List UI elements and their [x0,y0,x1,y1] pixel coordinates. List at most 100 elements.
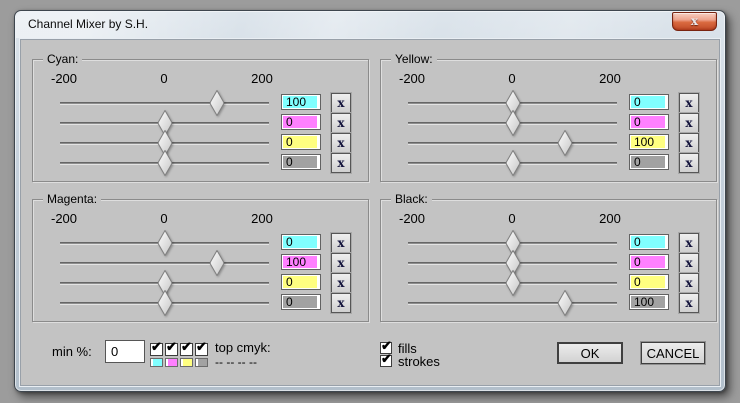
value-text: 100 [634,295,655,309]
value-text: 0 [634,275,641,289]
value-input[interactable]: 0 [281,234,321,250]
group-black: Black: -200 0 200 0 x 0 x 0 x 100 x [380,192,717,322]
slider-thumb[interactable] [157,289,173,317]
value-text: 0 [634,235,641,249]
scale-zero-label: 0 [508,211,516,226]
clear-button[interactable]: x [679,133,699,153]
cancel-button[interactable]: CANCEL [641,342,705,364]
group-label: Magenta: [43,192,102,206]
clear-button[interactable]: x [679,113,699,133]
clear-button[interactable]: x [331,133,351,153]
value-text: 0 [286,275,293,289]
close-icon[interactable]: x [672,12,717,31]
value-input[interactable]: 100 [281,254,321,270]
value-input[interactable]: 100 [281,94,321,110]
scale-zero-label: 0 [160,71,168,86]
window-title: Channel Mixer by S.H. [28,17,149,31]
value-input[interactable]: 100 [629,294,669,310]
value-input[interactable]: 0 [281,134,321,150]
min-percent-input[interactable] [105,340,145,363]
check-icon: ✔ [181,339,192,354]
clear-button[interactable]: x [331,93,351,113]
clear-button[interactable]: x [679,253,699,273]
value-input[interactable]: 0 [629,154,669,170]
value-input[interactable]: 0 [281,114,321,130]
channel-swatch-yellow [180,358,193,367]
value-input[interactable]: 0 [281,154,321,170]
clear-button[interactable]: x [331,113,351,133]
ok-button[interactable]: OK [557,342,623,364]
value-input[interactable]: 0 [629,254,669,270]
value-text: 0 [634,255,641,269]
value-text: 0 [634,155,641,169]
strokes-label[interactable]: strokes [398,354,440,369]
check-icon: ✔ [151,339,162,354]
value-input[interactable]: 0 [629,114,669,130]
scale-max-label: 200 [251,71,273,86]
group-yellow: Yellow: -200 0 200 0 x 0 x 100 x 0 x [380,52,717,182]
value-input[interactable]: 0 [629,94,669,110]
group-magenta: Magenta: -200 0 200 0 x 100 x 0 x 0 x [32,192,369,322]
slider-thumb[interactable] [505,149,521,177]
clear-button[interactable]: x [331,273,351,293]
scale-min-label: -200 [398,71,426,86]
channel-swatch-black [195,358,208,367]
channel-checkbox-black[interactable]: ✔ [195,339,208,356]
clear-button[interactable]: x [331,293,351,313]
value-text: 100 [286,95,307,109]
clear-button[interactable]: x [679,293,699,313]
value-text: 0 [634,95,641,109]
scale-zero-label: 0 [508,71,516,86]
clear-button[interactable]: x [679,93,699,113]
clear-button[interactable]: x [679,153,699,173]
top-cmyk-label: top cmyk: [215,340,271,355]
value-input[interactable]: 0 [629,274,669,290]
slider-track[interactable] [408,302,617,305]
channel-checkbox-cyan[interactable]: ✔ [150,339,163,356]
slider-track[interactable] [60,262,269,265]
slider-track[interactable] [408,142,617,145]
value-input[interactable]: 0 [629,234,669,250]
top-cmyk-value: -- -- -- -- [215,355,257,369]
value-text: 0 [286,135,293,149]
slider-thumb[interactable] [505,109,521,137]
slider-thumb[interactable] [557,129,573,157]
group-label: Yellow: [391,52,437,66]
check-icon: ✔ [196,339,207,354]
value-text: 100 [634,135,655,149]
value-text: 0 [286,235,293,249]
scale-max-label: 200 [599,71,621,86]
value-text: 0 [286,295,293,309]
clear-button[interactable]: x [331,153,351,173]
slider-thumb[interactable] [157,149,173,177]
clear-button[interactable]: x [679,233,699,253]
scale-min-label: -200 [50,211,78,226]
value-text: 0 [286,115,293,129]
slider-track[interactable] [60,102,269,105]
slider-thumb[interactable] [209,89,225,117]
group-cyan: Cyan: -200 0 200 100 x 0 x 0 x 0 x [32,52,369,182]
slider-thumb[interactable] [157,229,173,257]
slider-thumb[interactable] [209,249,225,277]
strokes-checkbox[interactable]: ✔ [380,351,392,367]
clear-button[interactable]: x [679,273,699,293]
value-input[interactable]: 0 [281,294,321,310]
check-icon: ✔ [166,339,177,354]
group-label: Cyan: [43,52,83,66]
clear-button[interactable]: x [331,233,351,253]
value-text: 100 [286,255,307,269]
slider-thumb[interactable] [505,269,521,297]
clear-button[interactable]: x [331,253,351,273]
value-input[interactable]: 100 [629,134,669,150]
dialog-window: Channel Mixer by S.H. x Cyan: -200 0 200… [14,10,726,392]
channel-checkbox-yellow[interactable]: ✔ [180,339,193,356]
slider-thumb[interactable] [557,289,573,317]
scale-max-label: 200 [251,211,273,226]
value-text: 0 [286,155,293,169]
channel-checkbox-magenta[interactable]: ✔ [165,339,178,356]
dialog-client-area: Cyan: -200 0 200 100 x 0 x 0 x 0 x Yello… [20,39,720,386]
min-percent-label: min %: [52,344,92,359]
value-input[interactable]: 0 [281,274,321,290]
scale-min-label: -200 [50,71,78,86]
value-text: 0 [634,115,641,129]
